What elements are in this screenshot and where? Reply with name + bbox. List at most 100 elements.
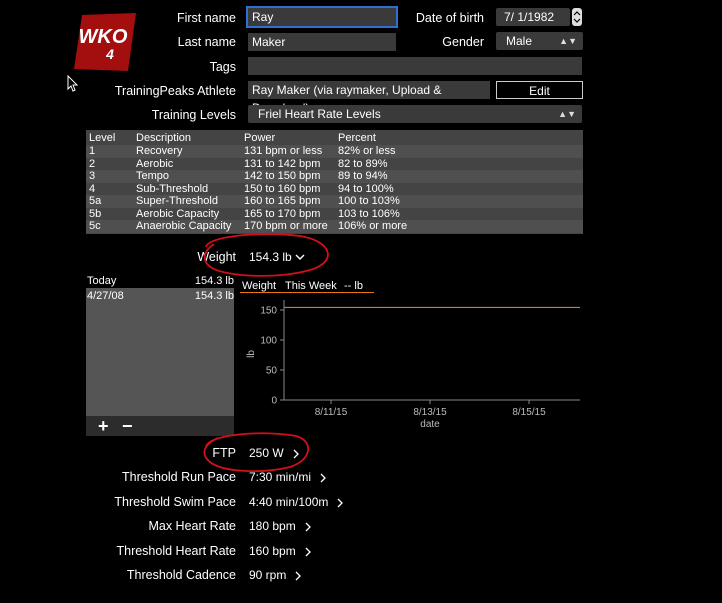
- chevron-right-icon[interactable]: [304, 546, 312, 560]
- cell-description: Tempo: [136, 170, 170, 182]
- table-row[interactable]: 5a Super-Threshold 160 to 165 bpm 100 to…: [86, 195, 583, 208]
- metric-label: Threshold Cadence: [126, 568, 236, 582]
- cell-percent: 89 to 94%: [338, 170, 388, 182]
- table-row[interactable]: 1 Recovery 131 bpm or less 82% or less: [86, 145, 583, 158]
- y-tick-label: 0: [271, 396, 277, 407]
- x-tick-label: 8/15/15: [512, 407, 546, 418]
- chevron-down-icon[interactable]: [294, 251, 306, 265]
- stepper-icon: [573, 11, 581, 23]
- gender-label: Gender: [442, 35, 484, 49]
- header-level: Level: [89, 132, 116, 144]
- chevron-right-icon[interactable]: [292, 448, 300, 462]
- dob-field[interactable]: 7/ 1/1982: [496, 8, 570, 26]
- cell-percent: 106% or more: [338, 220, 408, 232]
- chart-tab-this-week[interactable]: This Week: [285, 280, 337, 292]
- metric-label: Threshold Heart Rate: [116, 544, 236, 558]
- training-levels-label: Training Levels: [151, 108, 236, 122]
- cell-power: 131 to 142 bpm: [244, 157, 321, 170]
- dob-value: 7/ 1/1982: [504, 10, 555, 24]
- cell-power: 131 bpm or less: [244, 145, 323, 157]
- cell-level: 5a: [89, 195, 102, 207]
- cell-level: 2: [89, 157, 96, 170]
- logo-sub: 4: [105, 46, 114, 62]
- table-row[interactable]: 5c Anaerobic Capacity 170 bpm or more 10…: [86, 220, 583, 233]
- metric-label: Threshold Swim Pace: [114, 495, 236, 509]
- tp-athlete-label: TrainingPeaks Athlete: [114, 84, 236, 98]
- table-row[interactable]: 5b Aerobic Capacity 165 to 170 bpm 103 t…: [86, 208, 583, 221]
- metric-label: Max Heart Rate: [148, 519, 236, 533]
- weight-list-today-value: 154.3 lb: [194, 275, 234, 287]
- cell-power: 160 to 165 bpm: [244, 195, 321, 207]
- chart-tab-underline: [240, 292, 374, 293]
- cell-level: 5c: [89, 220, 101, 232]
- cell-percent: 103 to 106%: [338, 207, 400, 220]
- header-description: Description: [136, 132, 192, 144]
- training-levels-value: Friel Heart Rate Levels: [258, 107, 381, 121]
- list-item-date[interactable]: 4/27/08: [87, 290, 124, 302]
- cell-percent: 100 to 103%: [338, 195, 400, 207]
- chart-tab-unit[interactable]: -- lb: [344, 280, 363, 292]
- y-axis-label: lb: [246, 350, 257, 358]
- chevron-right-icon[interactable]: [304, 521, 312, 535]
- last-name-field[interactable]: Maker: [248, 33, 396, 51]
- cell-power: 142 to 150 bpm: [244, 170, 321, 182]
- x-tick-label: 8/13/15: [413, 407, 447, 418]
- first-name-field[interactable]: Ray: [246, 6, 398, 28]
- y-tick-label: 50: [266, 366, 278, 377]
- gender-value: Male: [506, 34, 533, 48]
- metric-value[interactable]: 7:30 min/mi: [249, 470, 311, 484]
- cell-description: Recovery: [136, 145, 183, 157]
- header-percent: Percent: [338, 132, 376, 144]
- chevron-right-icon[interactable]: [294, 570, 302, 584]
- weight-chart: 0 50 100 150 8/11/15 8/13/15 8/15/15 date lb: [246, 300, 580, 430]
- cell-percent: 82% or less: [338, 145, 396, 157]
- tags-field[interactable]: [248, 57, 582, 75]
- last-name-label: Last name: [177, 35, 236, 49]
- cell-level: 3: [89, 170, 96, 182]
- cell-level: 5b: [89, 207, 102, 220]
- table-row[interactable]: 4 Sub-Threshold 150 to 160 bpm 94 to 100…: [86, 183, 583, 196]
- metric-label: FTP: [212, 446, 236, 460]
- weight-list[interactable]: 4/27/08 154.3 lb: [86, 288, 234, 416]
- metric-value[interactable]: 4:40 min/100m: [249, 495, 328, 509]
- cell-description: Aerobic: [136, 157, 174, 170]
- x-axis-label: date: [420, 419, 440, 430]
- table-row[interactable]: 2 Aerobic 131 to 142 bpm 82 to 89%: [86, 158, 583, 171]
- weight-label: Weight: [197, 250, 236, 264]
- remove-weight-button[interactable]: −: [122, 416, 133, 436]
- cell-description: Super-Threshold: [136, 195, 218, 207]
- cell-power: 170 bpm or more: [244, 220, 328, 232]
- updown-icon: ▲▼: [558, 109, 576, 119]
- metric-value[interactable]: 90 rpm: [249, 568, 286, 582]
- list-item-value[interactable]: 154.3 lb: [180, 290, 234, 302]
- cell-percent: 94 to 100%: [338, 182, 394, 195]
- updown-icon: ▲▼: [559, 36, 577, 46]
- cell-description: Aerobic Capacity: [136, 207, 220, 220]
- mouse-cursor-icon: [67, 74, 79, 96]
- table-row[interactable]: 3 Tempo 142 to 150 bpm 89 to 94%: [86, 170, 583, 183]
- tp-athlete-field: Ray Maker (via raymaker, Upload & Downlo…: [248, 81, 490, 115]
- chevron-right-icon[interactable]: [319, 472, 327, 486]
- tags-label: Tags: [209, 60, 236, 74]
- metric-value[interactable]: 160 bpm: [249, 544, 296, 558]
- chevron-right-icon[interactable]: [336, 497, 344, 511]
- cell-power: 150 to 160 bpm: [244, 182, 321, 195]
- cell-percent: 82 to 89%: [338, 157, 388, 170]
- dob-stepper[interactable]: [572, 8, 582, 26]
- weight-list-toolbar: + −: [86, 416, 234, 436]
- training-levels-select[interactable]: Friel Heart Rate Levels ▲▼: [248, 105, 582, 123]
- y-tick-label: 100: [260, 336, 277, 347]
- gender-select[interactable]: Male ▲▼: [496, 32, 583, 50]
- edit-button[interactable]: Edit: [496, 81, 583, 99]
- cell-level: 1: [89, 145, 96, 157]
- metric-label: Threshold Run Pace: [122, 470, 236, 484]
- cell-power: 165 to 170 bpm: [244, 207, 321, 220]
- y-tick-label: 150: [260, 306, 277, 317]
- weight-value[interactable]: 154.3 lb: [249, 250, 292, 264]
- metric-value[interactable]: 250 W: [249, 446, 284, 460]
- metric-value[interactable]: 180 bpm: [249, 519, 296, 533]
- weight-list-today-date: Today: [87, 275, 117, 287]
- chart-tab-weight[interactable]: Weight: [242, 280, 276, 292]
- add-weight-button[interactable]: +: [98, 416, 109, 436]
- first-name-label: First name: [176, 11, 236, 25]
